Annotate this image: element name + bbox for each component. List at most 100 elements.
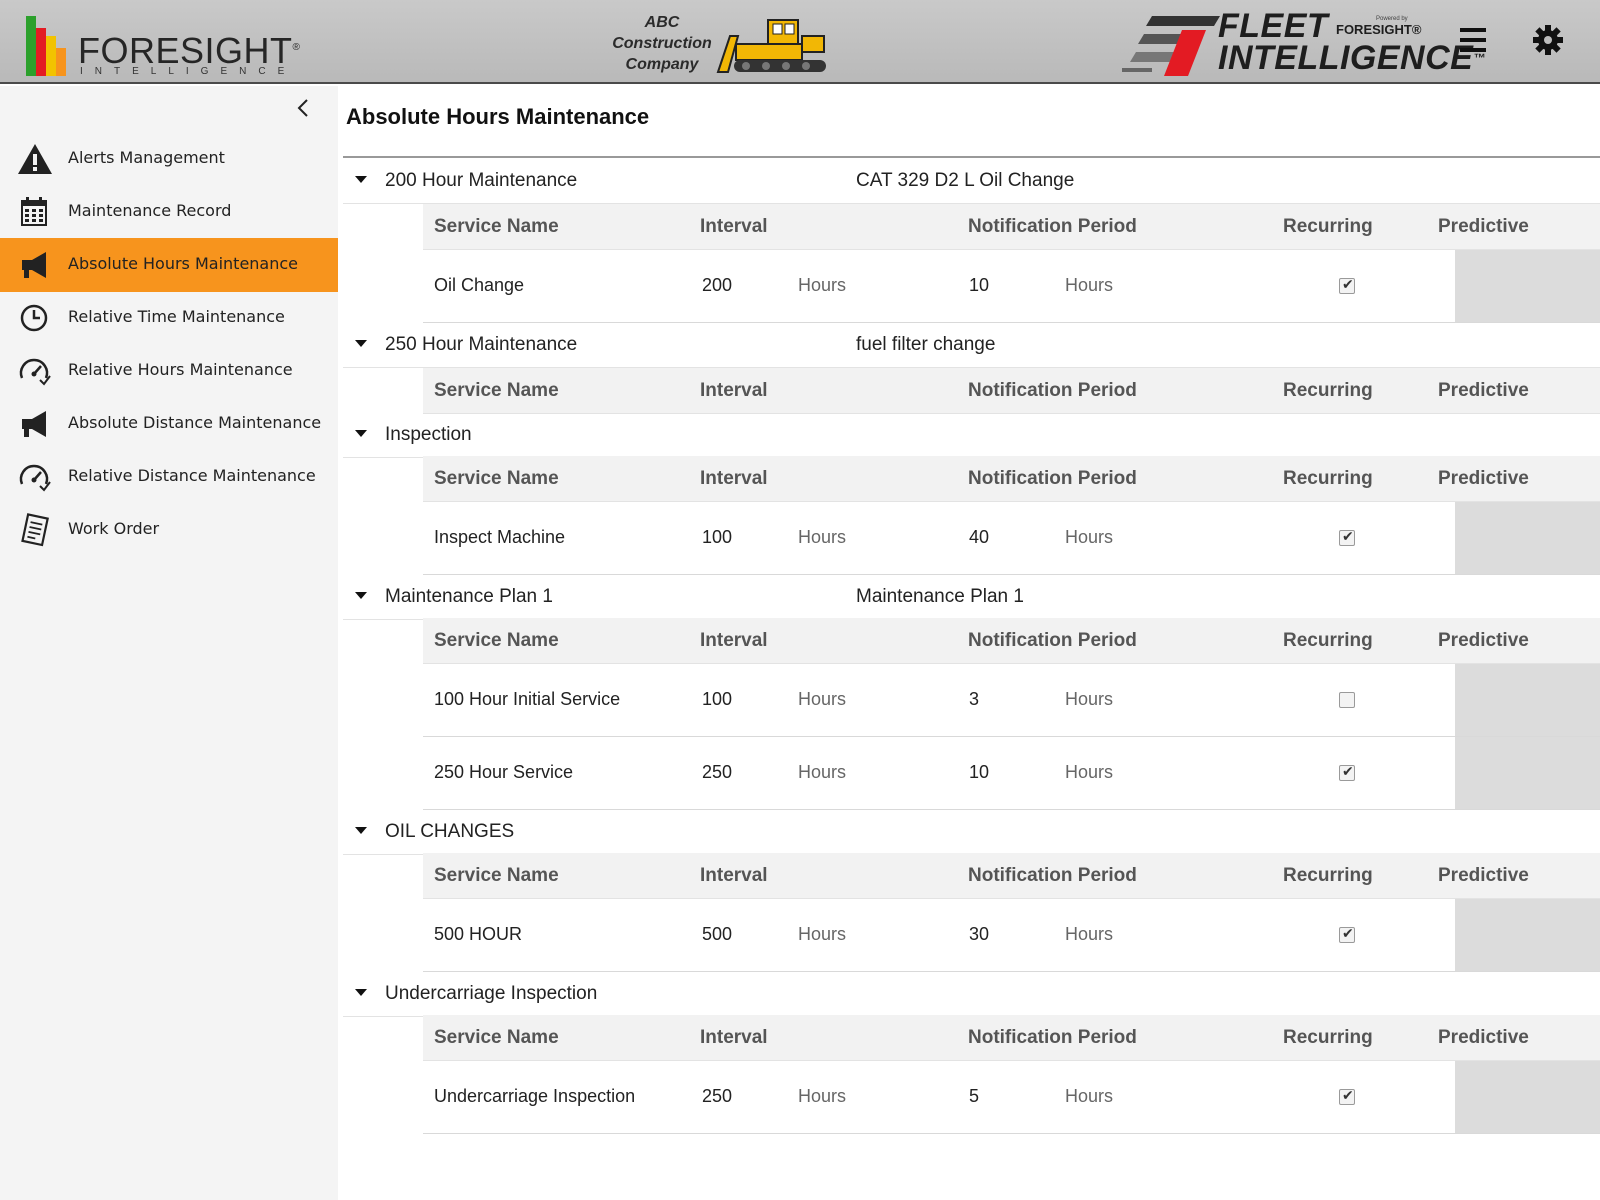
group-row-undercarriage-inspection[interactable]: Undercarriage Inspection: [343, 971, 1600, 1017]
sidebar-item-label: Maintenance Record: [68, 201, 232, 220]
column-header-predictive[interactable]: Predictive: [1438, 468, 1529, 490]
foresight-logo-bars-icon: [26, 10, 72, 76]
notification-cell: 5: [969, 1086, 980, 1106]
sidebar-item-label: Relative Time Maintenance: [68, 307, 285, 326]
interval-unit-cell: Hours: [798, 527, 847, 547]
group-row-inspection[interactable]: Inspection: [343, 412, 1600, 458]
recurring-checkbox[interactable]: ✔: [1339, 1087, 1355, 1105]
warning-icon: [18, 144, 52, 174]
notification-unit-cell: Hours: [1065, 924, 1114, 944]
column-header-recurring[interactable]: Recurring: [1283, 468, 1373, 490]
notification-cell: 3: [969, 689, 980, 709]
column-header-service-name[interactable]: Service Name: [434, 380, 559, 402]
group-description: fuel filter change: [856, 334, 996, 355]
group-row-maintenance-plan-1[interactable]: Maintenance Plan 1 Maintenance Plan 1: [343, 574, 1600, 620]
column-header-predictive[interactable]: Predictive: [1438, 216, 1529, 238]
column-header-interval[interactable]: Interval: [700, 468, 768, 490]
table-row[interactable]: Undercarriage Inspection 250 Hours 5 Hou…: [423, 1061, 1600, 1134]
column-header-interval[interactable]: Interval: [700, 865, 768, 887]
calendar-icon: [21, 197, 47, 226]
service-name-cell: Undercarriage Inspection: [434, 1086, 636, 1106]
column-header-service-name[interactable]: Service Name: [434, 216, 559, 238]
hamburger-menu-icon[interactable]: [1460, 28, 1486, 52]
column-header-predictive[interactable]: Predictive: [1438, 630, 1529, 652]
caret-down-icon[interactable]: [355, 340, 367, 347]
table-row[interactable]: 500 HOUR 500 Hours 30 Hours ✔: [423, 899, 1600, 972]
caret-down-icon[interactable]: [355, 176, 367, 183]
service-name-cell: 100 Hour Initial Service: [434, 689, 621, 709]
group-row-200-hour-maintenance[interactable]: 200 Hour Maintenance CAT 329 D2 L Oil Ch…: [343, 158, 1600, 204]
sidebar-item-relative-hours-maintenance[interactable]: Relative Hours Maintenance: [0, 344, 338, 398]
column-header-predictive[interactable]: Predictive: [1438, 865, 1529, 887]
column-header-predictive[interactable]: Predictive: [1438, 1027, 1529, 1049]
recurring-checkbox[interactable]: ✔: [1339, 925, 1355, 943]
column-header-notification-period[interactable]: Notification Period: [968, 865, 1137, 887]
caret-down-icon[interactable]: [355, 827, 367, 834]
notification-unit-cell: Hours: [1065, 762, 1114, 782]
group-name: Maintenance Plan 1: [385, 586, 553, 607]
sidebar-item-maintenance-record[interactable]: Maintenance Record: [0, 185, 338, 239]
column-header-interval[interactable]: Interval: [700, 1027, 768, 1049]
caret-down-icon[interactable]: [355, 430, 367, 437]
group-name: 250 Hour Maintenance: [385, 334, 578, 355]
table-header: Service Name Interval Notification Perio…: [423, 368, 1600, 414]
column-header-interval[interactable]: Interval: [700, 380, 768, 402]
predictive-cell: [1455, 1061, 1600, 1133]
column-header-notification-period[interactable]: Notification Period: [968, 630, 1137, 652]
caret-down-icon[interactable]: [355, 592, 367, 599]
notification-cell: 10: [969, 275, 990, 295]
column-header-notification-period[interactable]: Notification Period: [968, 380, 1137, 402]
notification-unit-cell: Hours: [1065, 527, 1114, 547]
column-header-service-name[interactable]: Service Name: [434, 630, 559, 652]
sidebar-item-absolute-distance-maintenance[interactable]: Absolute Distance Maintenance: [0, 397, 338, 451]
table-row[interactable]: Inspect Machine 100 Hours 40 Hours ✔: [423, 502, 1600, 575]
column-header-service-name[interactable]: Service Name: [434, 1027, 559, 1049]
sidebar-item-relative-distance-maintenance[interactable]: Relative Distance Maintenance: [0, 450, 338, 504]
column-header-recurring[interactable]: Recurring: [1283, 216, 1373, 238]
recurring-checkbox[interactable]: [1339, 692, 1355, 708]
sidebar-item-absolute-hours-maintenance[interactable]: Absolute Hours Maintenance: [0, 238, 338, 292]
recurring-checkbox[interactable]: ✔: [1339, 276, 1355, 294]
column-header-recurring[interactable]: Recurring: [1283, 630, 1373, 652]
service-name-cell: 500 HOUR: [434, 924, 523, 944]
chevron-left-icon[interactable]: [292, 96, 316, 120]
fleet-f-mark-icon: [1122, 16, 1220, 76]
column-header-notification-period[interactable]: Notification Period: [968, 1027, 1137, 1049]
caret-down-icon[interactable]: [355, 989, 367, 996]
sidebar-item-label: Absolute Distance Maintenance: [68, 413, 322, 432]
column-header-notification-period[interactable]: Notification Period: [968, 468, 1137, 490]
speedometer-icon: [19, 358, 51, 386]
interval-cell: 500: [702, 924, 733, 944]
sidebar: Alerts Management Maintenance Record Abs…: [0, 86, 338, 1200]
column-header-recurring[interactable]: Recurring: [1283, 1027, 1373, 1049]
column-header-interval[interactable]: Interval: [700, 630, 768, 652]
column-header-recurring[interactable]: Recurring: [1283, 380, 1373, 402]
column-header-recurring[interactable]: Recurring: [1283, 865, 1373, 887]
column-header-interval[interactable]: Interval: [700, 216, 768, 238]
page-title: Absolute Hours Maintenance: [346, 104, 650, 129]
table-row[interactable]: 250 Hour Service 250 Hours 10 Hours ✔: [423, 737, 1600, 810]
interval-cell: 250: [702, 762, 733, 782]
column-header-service-name[interactable]: Service Name: [434, 865, 559, 887]
powered-by-foresight: Powered by FORESIGHT®: [1336, 16, 1422, 37]
column-header-predictive[interactable]: Predictive: [1438, 380, 1529, 402]
notification-unit-cell: Hours: [1065, 1086, 1114, 1106]
registered-mark: ®: [292, 42, 301, 53]
sidebar-item-alerts-management[interactable]: Alerts Management: [0, 132, 338, 186]
column-header-notification-period[interactable]: Notification Period: [968, 216, 1137, 238]
recurring-checkbox[interactable]: ✔: [1339, 763, 1355, 781]
table-row[interactable]: 100 Hour Initial Service 100 Hours 3 Hou…: [423, 664, 1600, 737]
foresight-logo[interactable]: FORESIGHT® INTELLIGENCE: [26, 10, 300, 77]
sidebar-item-relative-time-maintenance[interactable]: Relative Time Maintenance: [0, 291, 338, 345]
column-header-service-name[interactable]: Service Name: [434, 468, 559, 490]
recurring-checkbox[interactable]: ✔: [1339, 528, 1355, 546]
table-row[interactable]: Oil Change 200 Hours 10 Hours ✔: [423, 250, 1600, 323]
interval-unit-cell: Hours: [798, 689, 847, 709]
sidebar-item-work-order[interactable]: Work Order: [0, 503, 338, 557]
group-row-250-hour-maintenance[interactable]: 250 Hour Maintenance fuel filter change: [343, 322, 1600, 368]
interval-unit-cell: Hours: [798, 924, 847, 944]
gear-icon[interactable]: [1532, 24, 1564, 56]
checkmark-icon: ✔: [1342, 763, 1354, 779]
group-row-oil-changes[interactable]: OIL CHANGES: [343, 809, 1600, 855]
clock-icon: [20, 304, 48, 332]
